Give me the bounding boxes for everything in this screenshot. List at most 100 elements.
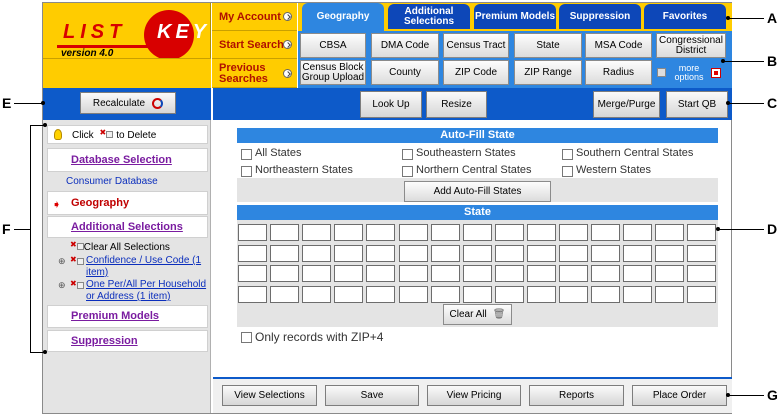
- state-input-cell[interactable]: [398, 244, 428, 262]
- start-qb-button[interactable]: Start QB: [666, 91, 728, 118]
- delete-icon[interactable]: [70, 279, 84, 292]
- state-input-cell[interactable]: [687, 285, 717, 303]
- state-input-cell[interactable]: [623, 224, 653, 241]
- state-input-cell[interactable]: [526, 244, 556, 262]
- premium-models-link[interactable]: Premium Models: [71, 310, 159, 322]
- geo-button-zip-code[interactable]: ZIP Code: [443, 60, 509, 85]
- nav-my-account[interactable]: My Account: [212, 3, 297, 31]
- state-input-cell[interactable]: [398, 224, 428, 241]
- checkbox-zip4[interactable]: [241, 332, 252, 343]
- place-order-button[interactable]: Place Order: [632, 385, 727, 406]
- state-input-cell[interactable]: [591, 244, 621, 262]
- state-input-cell[interactable]: [430, 285, 460, 303]
- state-input-cell[interactable]: [687, 244, 717, 262]
- state-input-cell[interactable]: [270, 224, 300, 241]
- state-input-cell[interactable]: [334, 265, 364, 282]
- state-input-cell[interactable]: [270, 265, 300, 282]
- tab-favorites[interactable]: Favorites: [644, 4, 726, 29]
- expand-icon[interactable]: ⊕: [58, 280, 66, 291]
- selection-item-confidence-use-code[interactable]: Confidence / Use Code (1 item): [86, 255, 208, 279]
- geo-button-zip-range[interactable]: ZIP Range: [514, 60, 582, 85]
- state-input-cell[interactable]: [623, 244, 653, 262]
- geo-button-census-block-group-upload[interactable]: Census Block Group Upload: [300, 60, 366, 85]
- state-input-cell[interactable]: [238, 244, 267, 262]
- state-input-cell[interactable]: [430, 265, 460, 282]
- state-input-cell[interactable]: [591, 265, 621, 282]
- nav-start-search[interactable]: Start Search: [212, 31, 297, 59]
- state-input-cell[interactable]: [687, 224, 717, 241]
- state-input-cell[interactable]: [655, 285, 685, 303]
- state-input-cell[interactable]: [462, 224, 492, 241]
- state-input-cell[interactable]: [462, 244, 492, 262]
- state-input-cell[interactable]: [559, 244, 588, 262]
- add-auto-fill-states-button[interactable]: Add Auto-Fill States: [404, 181, 551, 202]
- state-input-cell[interactable]: [494, 285, 524, 303]
- suppression-link[interactable]: Suppression: [71, 335, 138, 347]
- recalculate-button[interactable]: Recalculate: [80, 92, 176, 114]
- geo-button-congressional-district[interactable]: Congressional District: [656, 33, 726, 58]
- state-input-cell[interactable]: [526, 224, 556, 241]
- checkbox-all-states[interactable]: [241, 149, 252, 160]
- state-input-cell[interactable]: [623, 265, 653, 282]
- reports-button[interactable]: Reports: [529, 385, 624, 406]
- state-input-cell[interactable]: [302, 224, 332, 241]
- more-options-button[interactable]: more options: [655, 60, 725, 85]
- state-input-cell[interactable]: [398, 265, 428, 282]
- state-input-cell[interactable]: [591, 224, 621, 241]
- state-input-cell[interactable]: [462, 285, 492, 303]
- state-input-cell[interactable]: [270, 244, 300, 262]
- state-input-cell[interactable]: [334, 224, 364, 241]
- state-input-cell[interactable]: [302, 285, 332, 303]
- state-input-cell[interactable]: [334, 285, 364, 303]
- state-input-cell[interactable]: [526, 285, 556, 303]
- state-input-cell[interactable]: [270, 285, 300, 303]
- clear-all-selections[interactable]: Clear All Selections: [70, 240, 170, 253]
- state-input-cell[interactable]: [366, 265, 396, 282]
- geo-button-radius[interactable]: Radius: [585, 60, 652, 85]
- state-input-cell[interactable]: [559, 224, 588, 241]
- geo-button-msa-code[interactable]: MSA Code: [585, 33, 652, 58]
- save-button[interactable]: Save: [325, 385, 419, 406]
- geography-link[interactable]: Geography: [71, 197, 129, 209]
- geo-button-cbsa[interactable]: CBSA: [300, 33, 366, 58]
- tab-premium-models[interactable]: Premium Models: [474, 4, 556, 29]
- expand-icon[interactable]: ⊕: [58, 256, 66, 267]
- look-up-button[interactable]: Look Up: [360, 91, 422, 118]
- state-input-cell[interactable]: [430, 224, 460, 241]
- state-input-cell[interactable]: [366, 244, 396, 262]
- checkbox-northern-central-states[interactable]: [402, 166, 413, 177]
- view-selections-button[interactable]: View Selections: [222, 385, 317, 406]
- state-input-cell[interactable]: [526, 265, 556, 282]
- merge-purge-button[interactable]: Merge/Purge: [593, 91, 660, 118]
- geo-button-dma-code[interactable]: DMA Code: [371, 33, 439, 58]
- checkbox-southern-central-states[interactable]: [562, 149, 573, 160]
- state-input-cell[interactable]: [430, 244, 460, 262]
- state-input-cell[interactable]: [655, 224, 685, 241]
- delete-icon[interactable]: [70, 255, 84, 268]
- database-selection-link[interactable]: Database Selection: [71, 154, 172, 166]
- geo-button-county[interactable]: County: [371, 60, 439, 85]
- state-input-cell[interactable]: [366, 224, 396, 241]
- state-input-cell[interactable]: [494, 224, 524, 241]
- state-input-cell[interactable]: [591, 285, 621, 303]
- nav-previous-searches[interactable]: Previous Searches: [212, 59, 297, 88]
- checkbox-northeastern-states[interactable]: [241, 166, 252, 177]
- state-input-cell[interactable]: [655, 244, 685, 262]
- checkbox-western-states[interactable]: [562, 166, 573, 177]
- additional-selections-link[interactable]: Additional Selections: [71, 221, 183, 233]
- tab-suppression[interactable]: Suppression: [559, 4, 641, 29]
- state-input-cell[interactable]: [302, 244, 332, 262]
- resize-button[interactable]: Resize: [426, 91, 487, 118]
- clear-all-button[interactable]: Clear All 🗑: [443, 304, 512, 325]
- state-input-cell[interactable]: [398, 285, 428, 303]
- view-pricing-button[interactable]: View Pricing: [427, 385, 521, 406]
- state-input-cell[interactable]: [238, 224, 267, 241]
- state-input-cell[interactable]: [494, 244, 524, 262]
- state-input-cell[interactable]: [559, 285, 588, 303]
- selection-item-one-per-household[interactable]: One Per/All Per Household or Address (1 …: [86, 279, 208, 303]
- state-input-cell[interactable]: [302, 265, 332, 282]
- geo-button-census-tract[interactable]: Census Tract: [443, 33, 509, 58]
- geo-button-state[interactable]: State: [514, 33, 582, 58]
- state-input-cell[interactable]: [238, 265, 267, 282]
- state-input-cell[interactable]: [334, 244, 364, 262]
